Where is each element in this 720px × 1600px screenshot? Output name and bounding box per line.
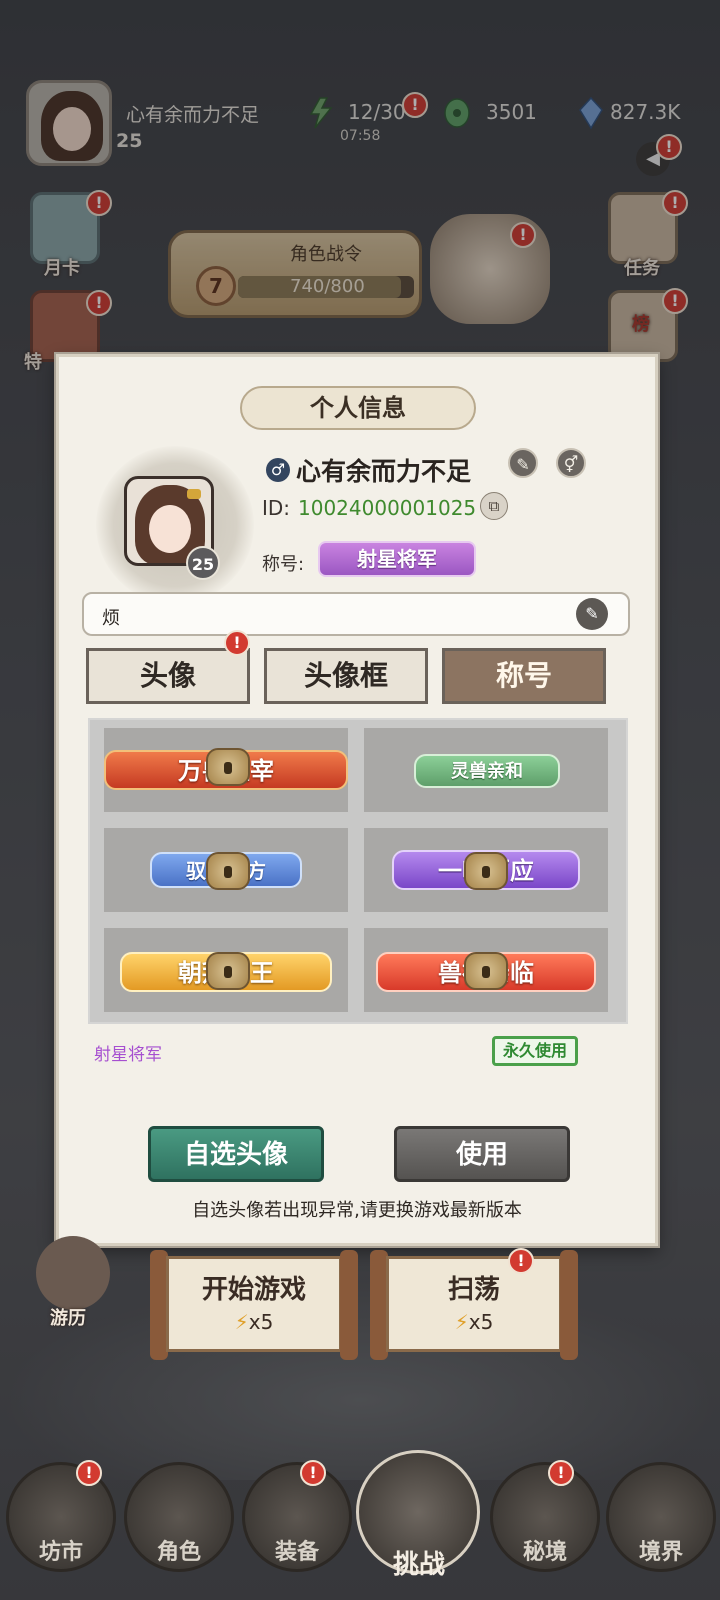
signature-field[interactable] <box>82 592 630 636</box>
nav-realm-label: 境界 <box>638 1540 683 1565</box>
hint-text: 自选头像若出现异常,请更换游戏最新版本 <box>192 1200 522 1221</box>
lock-icon <box>206 952 250 990</box>
edit-signature-icon[interactable]: ✎ <box>576 598 608 630</box>
lock-icon <box>206 852 250 890</box>
nav-secret-realm-label: 秘境 <box>522 1540 567 1565</box>
nav-challenge-label: 挑战 <box>392 1550 445 1580</box>
sweep-cost: ⚡x5 <box>454 1310 494 1334</box>
lightning-icon: ⚡ <box>454 1310 469 1334</box>
sweep-button[interactable]: 扫荡 ⚡x5 <box>386 1256 562 1352</box>
lightning-icon: ⚡ <box>234 1310 249 1334</box>
selected-title-name: 射星将军 <box>94 1045 162 1065</box>
id-label: ID: <box>262 496 291 520</box>
travel-button[interactable] <box>36 1236 110 1310</box>
start-game-cost: ⚡x5 <box>234 1310 274 1334</box>
nav-secret-realm-badge: ! <box>548 1460 574 1486</box>
travel-label: 游历 <box>50 1308 86 1329</box>
duration-stamp: 永久使用 <box>492 1036 578 1066</box>
id-value: 10024000001025 <box>298 496 477 520</box>
tab-title[interactable]: 称号 <box>442 648 606 704</box>
custom-avatar-button[interactable]: 自选头像 <box>148 1126 324 1182</box>
title-label: 称号: <box>262 554 305 575</box>
nav-equipment-label: 装备 <box>274 1540 319 1565</box>
use-button[interactable]: 使用 <box>394 1126 570 1182</box>
nav-character-label: 角色 <box>156 1540 201 1565</box>
gender-switch-icon[interactable]: ⚥ <box>556 448 586 478</box>
nav-equipment-badge: ! <box>300 1460 326 1486</box>
lock-icon <box>464 952 508 990</box>
sweep-badge: ! <box>508 1248 534 1274</box>
sweep-label: 扫荡 <box>447 1275 500 1305</box>
profile-level-badge: 25 <box>186 546 220 580</box>
start-game-button[interactable]: 开始游戏 ⚡x5 <box>166 1256 342 1352</box>
current-title-tag: 射星将军 <box>318 541 476 577</box>
tab-avatar-frame[interactable]: 头像框 <box>264 648 428 704</box>
modal-title: 个人信息 <box>240 386 476 430</box>
start-game-label: 开始游戏 <box>201 1275 306 1305</box>
lock-icon <box>464 852 508 890</box>
signature-text: 烦 <box>102 608 120 629</box>
profile-name: 心有余而力不足 <box>296 457 472 486</box>
title-tag-2: 灵兽亲和 <box>414 754 560 788</box>
tab-avatar[interactable]: 头像 <box>86 648 250 704</box>
lock-icon <box>206 748 250 786</box>
nav-market-badge: ! <box>76 1460 102 1486</box>
tab-avatar-badge: ! <box>224 630 250 656</box>
copy-icon[interactable]: ⧉ <box>480 492 508 520</box>
nav-market-label: 坊市 <box>38 1540 83 1565</box>
rename-brush-icon[interactable]: ✎ <box>508 448 538 478</box>
scroll-rod <box>560 1250 578 1360</box>
scroll-rod <box>340 1250 358 1360</box>
gender-male-icon: ♂ <box>266 458 290 482</box>
